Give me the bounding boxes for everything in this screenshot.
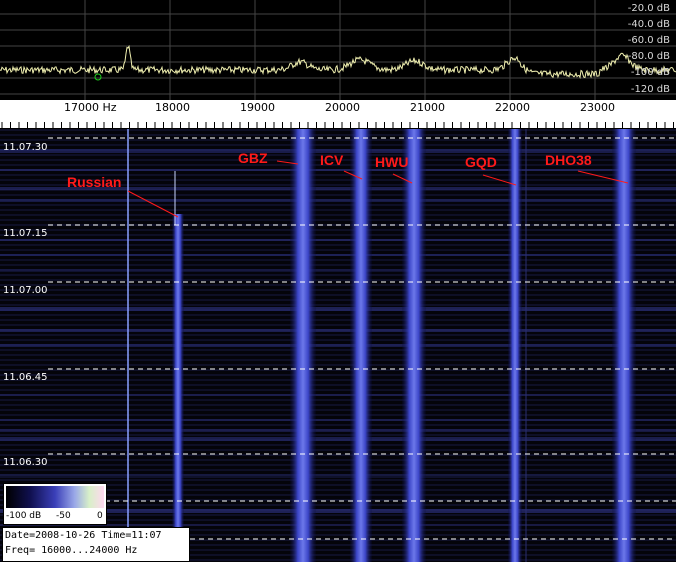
waterfall-display: 11.07.30 11.07.15 11.07.00 11.06.45 11.0… <box>0 129 676 562</box>
station-label-icv: ICV <box>320 152 344 168</box>
station-label-dho38: DHO38 <box>545 152 592 168</box>
time-label: 11.07.00 <box>3 285 48 296</box>
db-label: -120 dB <box>630 84 670 95</box>
marker-circle-icon <box>94 73 102 81</box>
station-label-hwu: HWU <box>375 154 409 170</box>
station-label-gbz: GBZ <box>238 150 268 166</box>
color-scale-mid: -50 <box>56 511 71 521</box>
time-label: 11.06.45 <box>3 372 48 383</box>
time-label: 11.07.15 <box>3 228 48 239</box>
color-scale-bar: -100 dB -50 0 <box>3 483 107 525</box>
frequency-scale: 17000 Hz 18000 19000 20000 21000 22000 2… <box>0 100 676 129</box>
db-label: -100 dB <box>630 67 670 78</box>
freq-label: 23000 <box>580 101 615 114</box>
station-label-gqd: GQD <box>465 154 497 170</box>
spectrum-panel: -20.0 dB -40.0 dB -60.0 dB -80.0 dB -100… <box>0 0 676 100</box>
freq-label: 17000 Hz <box>64 101 117 114</box>
info-frequency: Freq= 16000...24000 Hz <box>5 545 138 556</box>
freq-label: 21000 <box>410 101 445 114</box>
spectrum-plot <box>0 0 676 100</box>
db-label: -40.0 dB <box>627 19 670 30</box>
db-label: -80.0 dB <box>627 51 670 62</box>
freq-label: 20000 <box>325 101 360 114</box>
freq-label: 22000 <box>495 101 530 114</box>
color-gradient <box>6 486 104 508</box>
info-box: Date=2008-10-26 Time=11:07 Freq= 16000..… <box>2 527 190 562</box>
freq-label: 19000 <box>240 101 275 114</box>
station-label-russian: Russian <box>67 174 122 190</box>
db-label: -60.0 dB <box>627 35 670 46</box>
time-label: 11.07.30 <box>3 142 48 153</box>
color-scale-max: 0 <box>97 511 103 521</box>
db-label: -20.0 dB <box>627 3 670 14</box>
freq-label: 18000 <box>155 101 190 114</box>
color-scale-min: -100 dB <box>6 511 42 521</box>
info-date-time: Date=2008-10-26 Time=11:07 <box>5 530 162 541</box>
time-label: 11.06.30 <box>3 457 48 468</box>
